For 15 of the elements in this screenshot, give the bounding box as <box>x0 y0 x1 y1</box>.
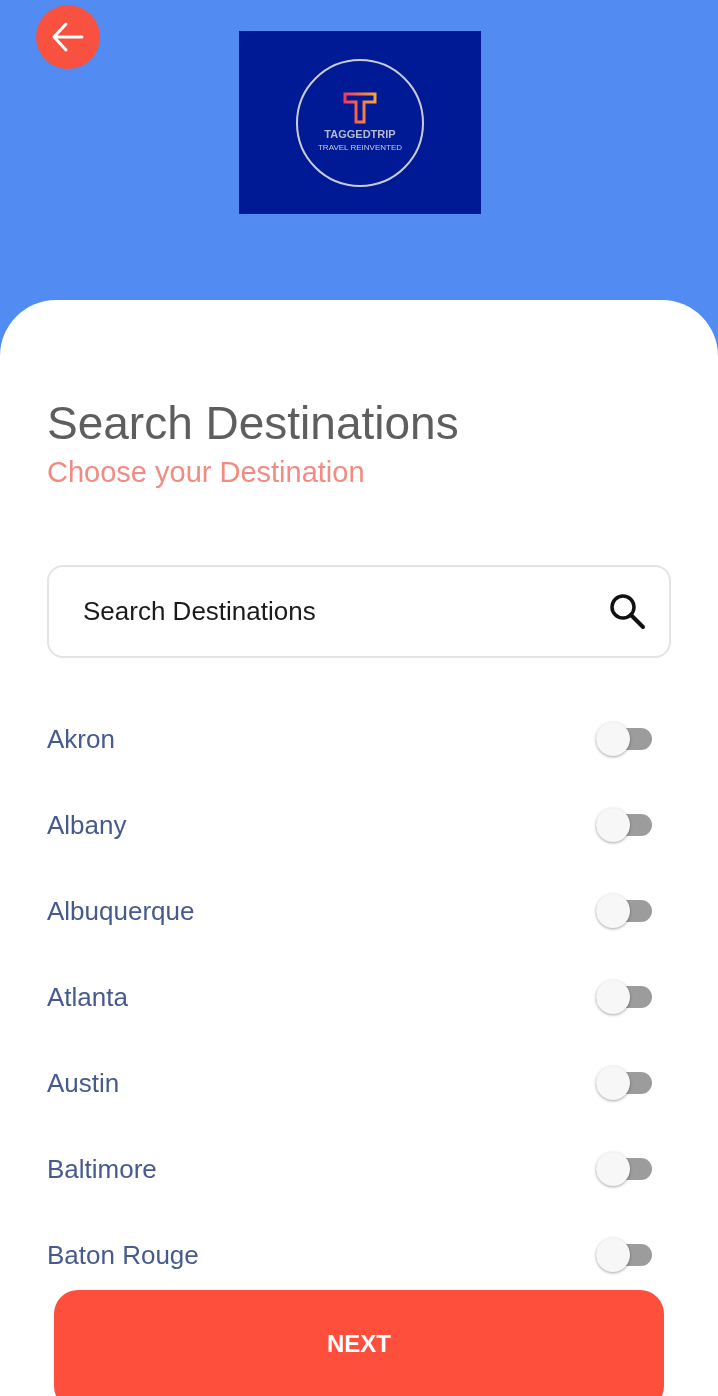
destination-name: Austin <box>47 1066 120 1100</box>
t-letter-icon <box>343 92 377 125</box>
destination-name: Akron <box>47 722 115 756</box>
page-title: Search Destinations <box>47 398 460 449</box>
destination-name: Albany <box>47 808 127 842</box>
destination-name: Baton Rouge <box>47 1238 199 1272</box>
logo-tagline: TRAVEL REINVENTED <box>318 143 402 153</box>
destination-name: Atlanta <box>47 980 128 1014</box>
search-field[interactable]: Search Destinations <box>47 565 671 659</box>
search-icon <box>607 591 647 632</box>
destination-name: Baltimore <box>47 1152 157 1186</box>
next-button[interactable]: NEXT <box>54 1290 664 1396</box>
page-subtitle: Choose your Destination <box>47 454 366 490</box>
logo-name: TAGGEDTRIP <box>324 128 396 141</box>
destination-name: Albuquerque <box>47 894 195 928</box>
